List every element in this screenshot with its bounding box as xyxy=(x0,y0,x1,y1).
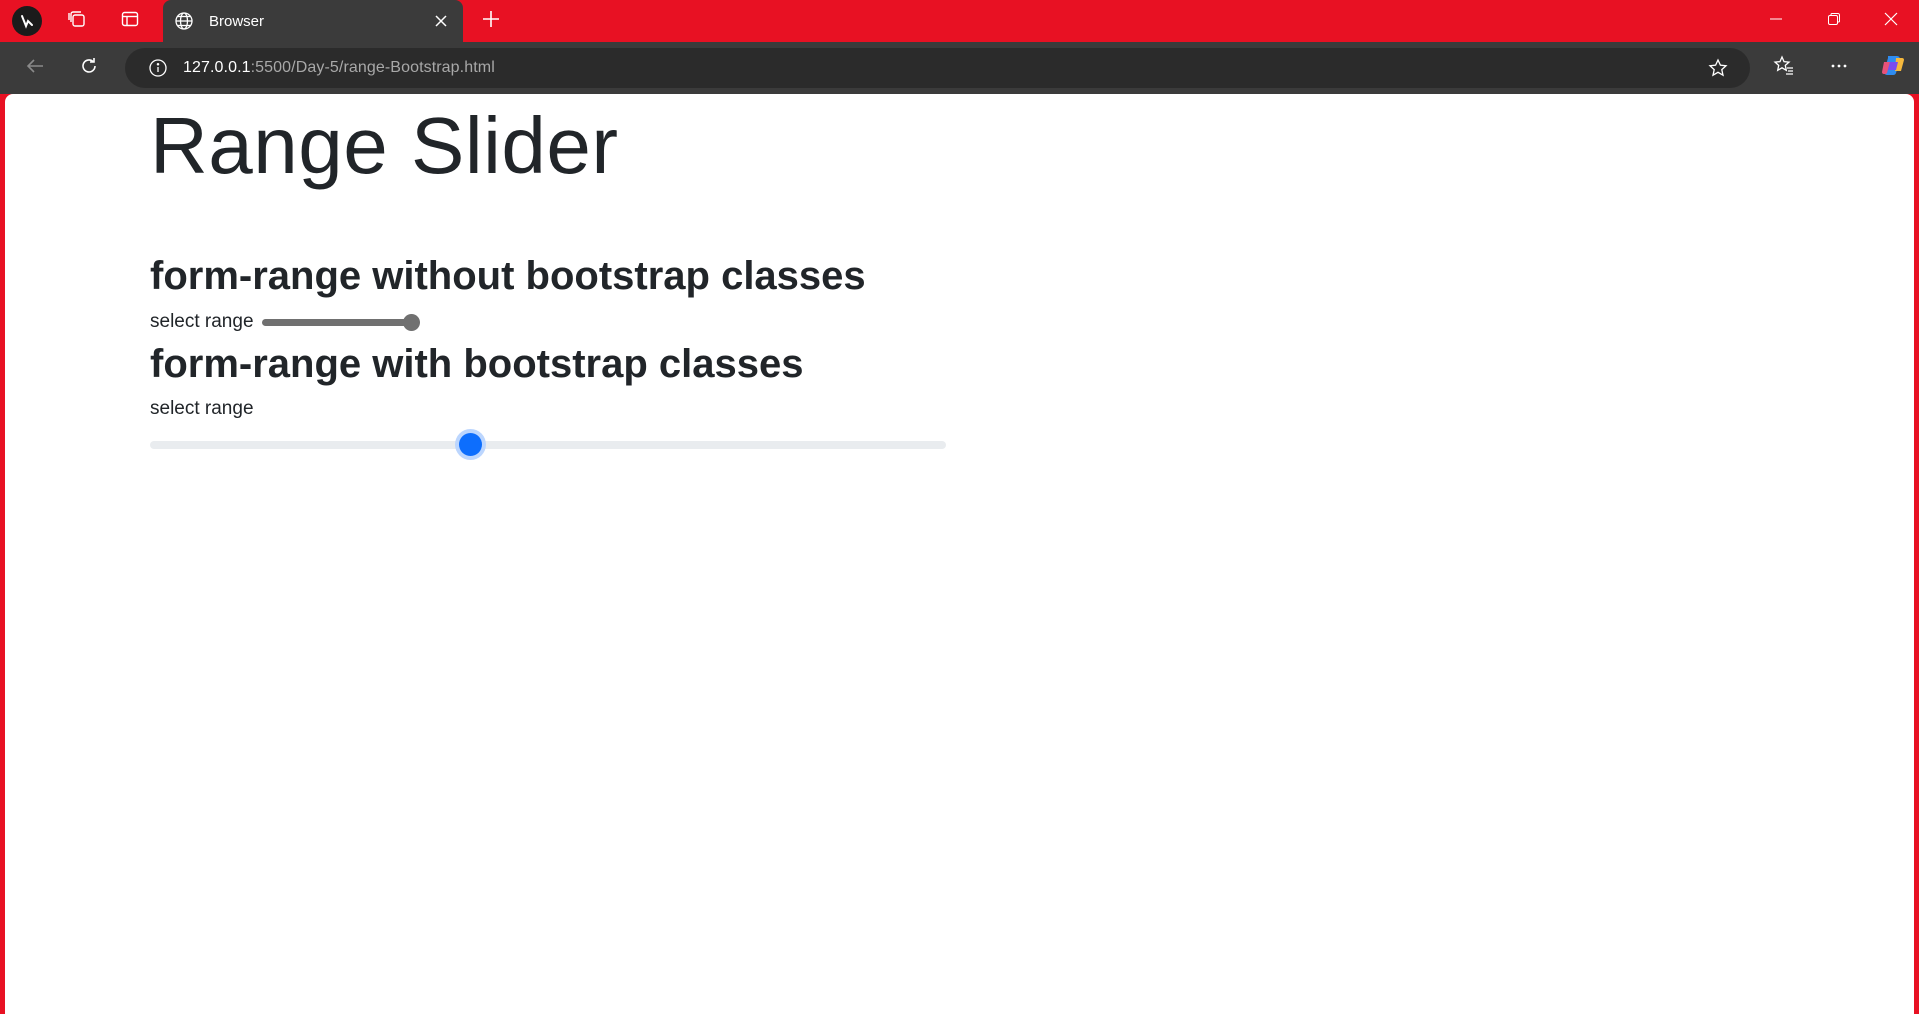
native-range-track xyxy=(261,319,412,326)
more-icon xyxy=(1829,56,1849,81)
back-icon xyxy=(25,56,45,81)
vertical-tabs-icon xyxy=(120,9,140,34)
back-button[interactable] xyxy=(17,50,53,86)
bootstrap-range-thumb[interactable] xyxy=(459,433,482,456)
profile-icon xyxy=(12,6,42,36)
minimize-icon xyxy=(1769,12,1783,31)
bootstrap-range-slider[interactable] xyxy=(150,427,946,463)
workspaces-icon xyxy=(67,9,87,34)
page-viewport: Range Slider form-range without bootstra… xyxy=(5,94,1914,1014)
tab-title: Browser xyxy=(209,12,265,30)
vertical-tabs-button[interactable] xyxy=(112,5,148,37)
section-two-label: select range xyxy=(150,398,254,419)
section-one-row: select range xyxy=(150,309,420,335)
native-range-slider[interactable] xyxy=(260,309,420,335)
close-window-button[interactable] xyxy=(1862,0,1919,42)
plus-icon xyxy=(481,9,501,34)
url-path: :5500/Day-5/range-Bootstrap.html xyxy=(250,59,495,76)
tab-browser[interactable]: Browser xyxy=(163,0,463,42)
workspaces-button[interactable] xyxy=(59,5,95,37)
globe-icon xyxy=(173,10,195,32)
favorites-button[interactable] xyxy=(1766,50,1802,86)
copilot-icon xyxy=(1880,53,1906,84)
more-button[interactable] xyxy=(1821,50,1857,86)
close-icon xyxy=(1884,12,1898,31)
url-text: 127.0.0.1:5500/Day-5/range-Bootstrap.htm… xyxy=(183,59,495,77)
profile-button[interactable] xyxy=(9,5,45,37)
section-one-heading: form-range without bootstrap classes xyxy=(150,254,866,298)
page-title: Range Slider xyxy=(150,101,619,190)
copilot-button[interactable] xyxy=(1875,50,1911,86)
section-one-label: select range xyxy=(150,311,254,332)
url-host: 127.0.0.1 xyxy=(183,59,251,76)
bootstrap-range-track xyxy=(150,441,946,449)
tab-strip: Browser xyxy=(0,0,1919,42)
section-two-heading: form-range with bootstrap classes xyxy=(150,342,804,386)
favorites-icon xyxy=(1773,54,1795,82)
restore-icon xyxy=(1827,12,1841,31)
native-range-thumb[interactable] xyxy=(402,314,420,331)
star-icon[interactable] xyxy=(1706,56,1730,80)
reload-icon xyxy=(79,56,99,81)
browser-toolbar: 127.0.0.1:5500/Day-5/range-Bootstrap.htm… xyxy=(0,42,1919,94)
info-icon[interactable] xyxy=(147,57,169,79)
minimize-button[interactable] xyxy=(1747,0,1805,42)
restore-button[interactable] xyxy=(1805,0,1863,42)
reload-button[interactable] xyxy=(71,50,107,86)
address-bar[interactable]: 127.0.0.1:5500/Day-5/range-Bootstrap.htm… xyxy=(125,48,1750,88)
new-tab-button[interactable] xyxy=(473,5,509,37)
close-icon[interactable] xyxy=(429,9,453,33)
